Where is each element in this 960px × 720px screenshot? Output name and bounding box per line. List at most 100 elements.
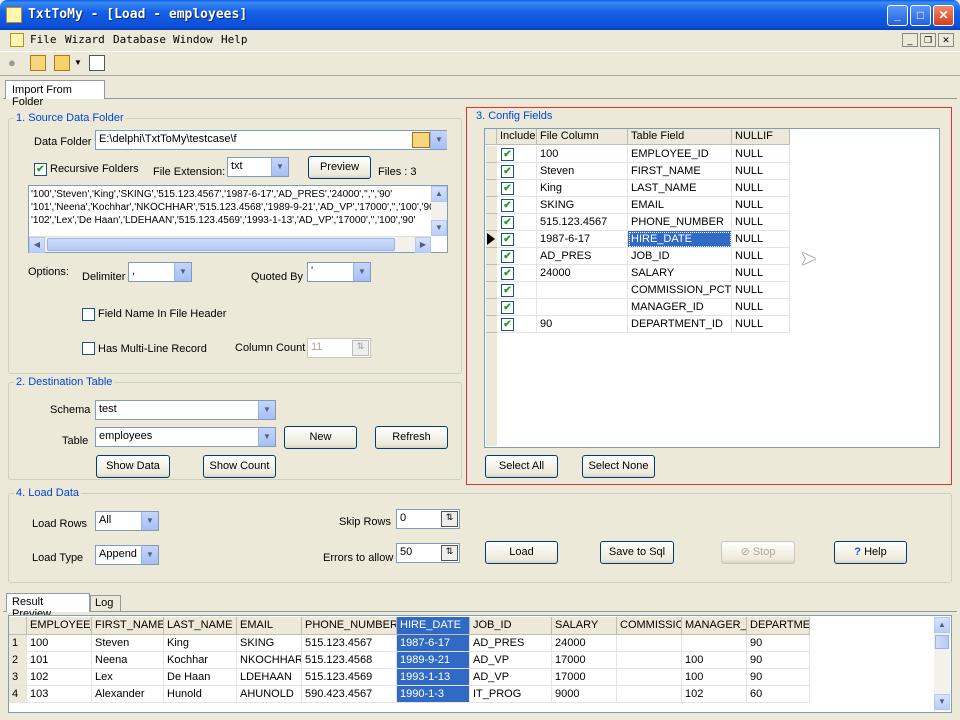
select-none-button[interactable]: Select None (582, 455, 655, 478)
select-all-button[interactable]: Select All (485, 455, 558, 478)
config-cell-table-field[interactable]: SALARY (628, 265, 732, 282)
row-indicator[interactable] (486, 316, 497, 333)
config-cell-nullif[interactable]: NULL (732, 299, 790, 316)
browse-folder-icon[interactable] (412, 132, 430, 148)
result-cell[interactable]: 90 (747, 669, 810, 686)
refresh-button[interactable]: Refresh (375, 426, 448, 449)
result-cell[interactable]: Kochhar (164, 652, 237, 669)
result-cell[interactable]: 100 (27, 635, 92, 652)
result-cell[interactable]: 100 (682, 669, 747, 686)
result-cell[interactable]: King (164, 635, 237, 652)
include-cell[interactable]: ✔ (497, 316, 537, 333)
result-cell[interactable]: AD_VP (470, 669, 552, 686)
data-folder-input[interactable]: E:\delphi\TxtToMy\testcase\f (95, 130, 447, 150)
result-cell[interactable]: 515.123.4567 (302, 635, 397, 652)
maximize-button[interactable]: □ (910, 5, 931, 26)
result-col-header[interactable]: JOB_ID (470, 617, 552, 635)
config-cell-nullif[interactable]: NULL (732, 316, 790, 333)
result-vscroll[interactable]: ▲ ▼ (934, 617, 950, 711)
tab-import-from-folder[interactable]: Import From Folder (5, 80, 105, 108)
child-window-icon[interactable] (10, 33, 24, 47)
result-cell[interactable]: 515.123.4569 (302, 669, 397, 686)
result-cell[interactable]: 1987-6-17 (397, 635, 470, 652)
row-indicator[interactable] (486, 146, 497, 163)
result-cell[interactable]: 100 (682, 652, 747, 669)
result-cell[interactable]: Steven (92, 635, 164, 652)
schema-select[interactable]: test (95, 400, 276, 420)
result-scroll-down-icon[interactable]: ▼ (934, 694, 950, 710)
load-rows-dropdown-icon[interactable]: ▼ (141, 512, 158, 530)
row-indicator[interactable] (486, 299, 497, 316)
help-button[interactable]: ? Help (834, 541, 907, 564)
col-header-include[interactable]: Include (497, 129, 537, 145)
result-cell[interactable]: 1990-1-3 (397, 686, 470, 703)
hscroll-thumb[interactable] (47, 238, 395, 251)
result-cell[interactable]: 102 (682, 686, 747, 703)
minimize-button[interactable]: _ (887, 5, 908, 26)
result-cell[interactable]: 1993-1-13 (397, 669, 470, 686)
result-col-header[interactable]: HIRE_DATE (397, 617, 470, 635)
result-col-header[interactable]: EMAIL (237, 617, 302, 635)
include-checkbox[interactable]: ✔ (501, 301, 514, 314)
result-cell[interactable]: Lex (92, 669, 164, 686)
result-row-number[interactable]: 4 (9, 686, 27, 703)
menu-wizard[interactable]: Wizard (65, 33, 105, 46)
config-cell-table-field[interactable]: HIRE_DATE (628, 231, 732, 248)
include-cell[interactable]: ✔ (497, 163, 537, 180)
result-col-header[interactable]: SALARY (552, 617, 617, 635)
config-cell-table-field[interactable]: EMAIL (628, 197, 732, 214)
row-indicator[interactable] (486, 163, 497, 180)
result-cell[interactable]: NKOCHHAR (237, 652, 302, 669)
preview-hscroll[interactable]: ◀ ▶ (29, 236, 431, 253)
config-cell-table-field[interactable]: DEPARTMENT_ID (628, 316, 732, 333)
config-cell-table-field[interactable]: PHONE_NUMBER (628, 214, 732, 231)
result-cell[interactable]: 1989-9-21 (397, 652, 470, 669)
config-cell-file-column[interactable]: 1987-6-17 (537, 231, 628, 248)
col-header-file-column[interactable]: File Column (537, 129, 628, 145)
result-cell[interactable] (617, 669, 682, 686)
menu-file[interactable]: File (30, 33, 57, 46)
delimiter-dropdown-icon[interactable]: ▼ (174, 263, 191, 281)
result-cell[interactable]: 24000 (552, 635, 617, 652)
config-cell-file-column[interactable]: 515.123.4567 (537, 214, 628, 231)
result-cell[interactable]: 17000 (552, 652, 617, 669)
result-col-header[interactable]: DEPARTMEI (747, 617, 810, 635)
result-cell[interactable]: De Haan (164, 669, 237, 686)
result-col-header[interactable]: PHONE_NUMBER (302, 617, 397, 635)
config-cell-file-column[interactable]: SKING (537, 197, 628, 214)
result-cell[interactable]: Neena (92, 652, 164, 669)
config-cell-table-field[interactable]: LAST_NAME (628, 180, 732, 197)
file-extension-dropdown-icon[interactable]: ▼ (271, 158, 288, 176)
preview-vscroll[interactable]: ▲ ▼ (431, 186, 447, 236)
tab-log[interactable]: Log (90, 595, 121, 611)
row-indicator[interactable] (486, 180, 497, 197)
config-cell-nullif[interactable]: NULL (732, 197, 790, 214)
row-indicator[interactable] (486, 197, 497, 214)
field-name-header-checkbox[interactable] (82, 308, 95, 321)
result-cell[interactable]: AD_VP (470, 652, 552, 669)
result-col-header[interactable]: COMMISSIO (617, 617, 682, 635)
include-cell[interactable]: ✔ (497, 248, 537, 265)
include-checkbox[interactable]: ✔ (501, 284, 514, 297)
include-cell[interactable]: ✔ (497, 282, 537, 299)
scroll-right-icon[interactable]: ▶ (415, 237, 431, 253)
tab-result-preview[interactable]: Result Preview (6, 593, 90, 620)
config-cell-file-column[interactable]: 90 (537, 316, 628, 333)
errors-spinner-icon[interactable]: ⇅ (441, 545, 458, 561)
open-folder-icon[interactable] (54, 55, 70, 71)
include-checkbox[interactable]: ✔ (501, 148, 514, 161)
column-count-spinner-icon[interactable]: ⇅ (352, 340, 369, 356)
scroll-down-icon[interactable]: ▼ (431, 220, 447, 236)
include-checkbox[interactable]: ✔ (501, 267, 514, 280)
result-cell[interactable] (682, 635, 747, 652)
load-button[interactable]: Load (485, 541, 558, 564)
result-cell[interactable]: AHUNOLD (237, 686, 302, 703)
config-cell-table-field[interactable]: MANAGER_ID (628, 299, 732, 316)
result-cell[interactable]: 90 (747, 652, 810, 669)
result-col-header[interactable]: FIRST_NAME (92, 617, 164, 635)
config-cell-nullif[interactable]: NULL (732, 265, 790, 282)
result-cell[interactable]: 17000 (552, 669, 617, 686)
title-bar[interactable]: TxtToMy - [Load - employees] _ □ ✕ (0, 0, 960, 30)
result-cell[interactable]: 60 (747, 686, 810, 703)
config-cell-table-field[interactable]: EMPLOYEE_ID (628, 146, 732, 163)
